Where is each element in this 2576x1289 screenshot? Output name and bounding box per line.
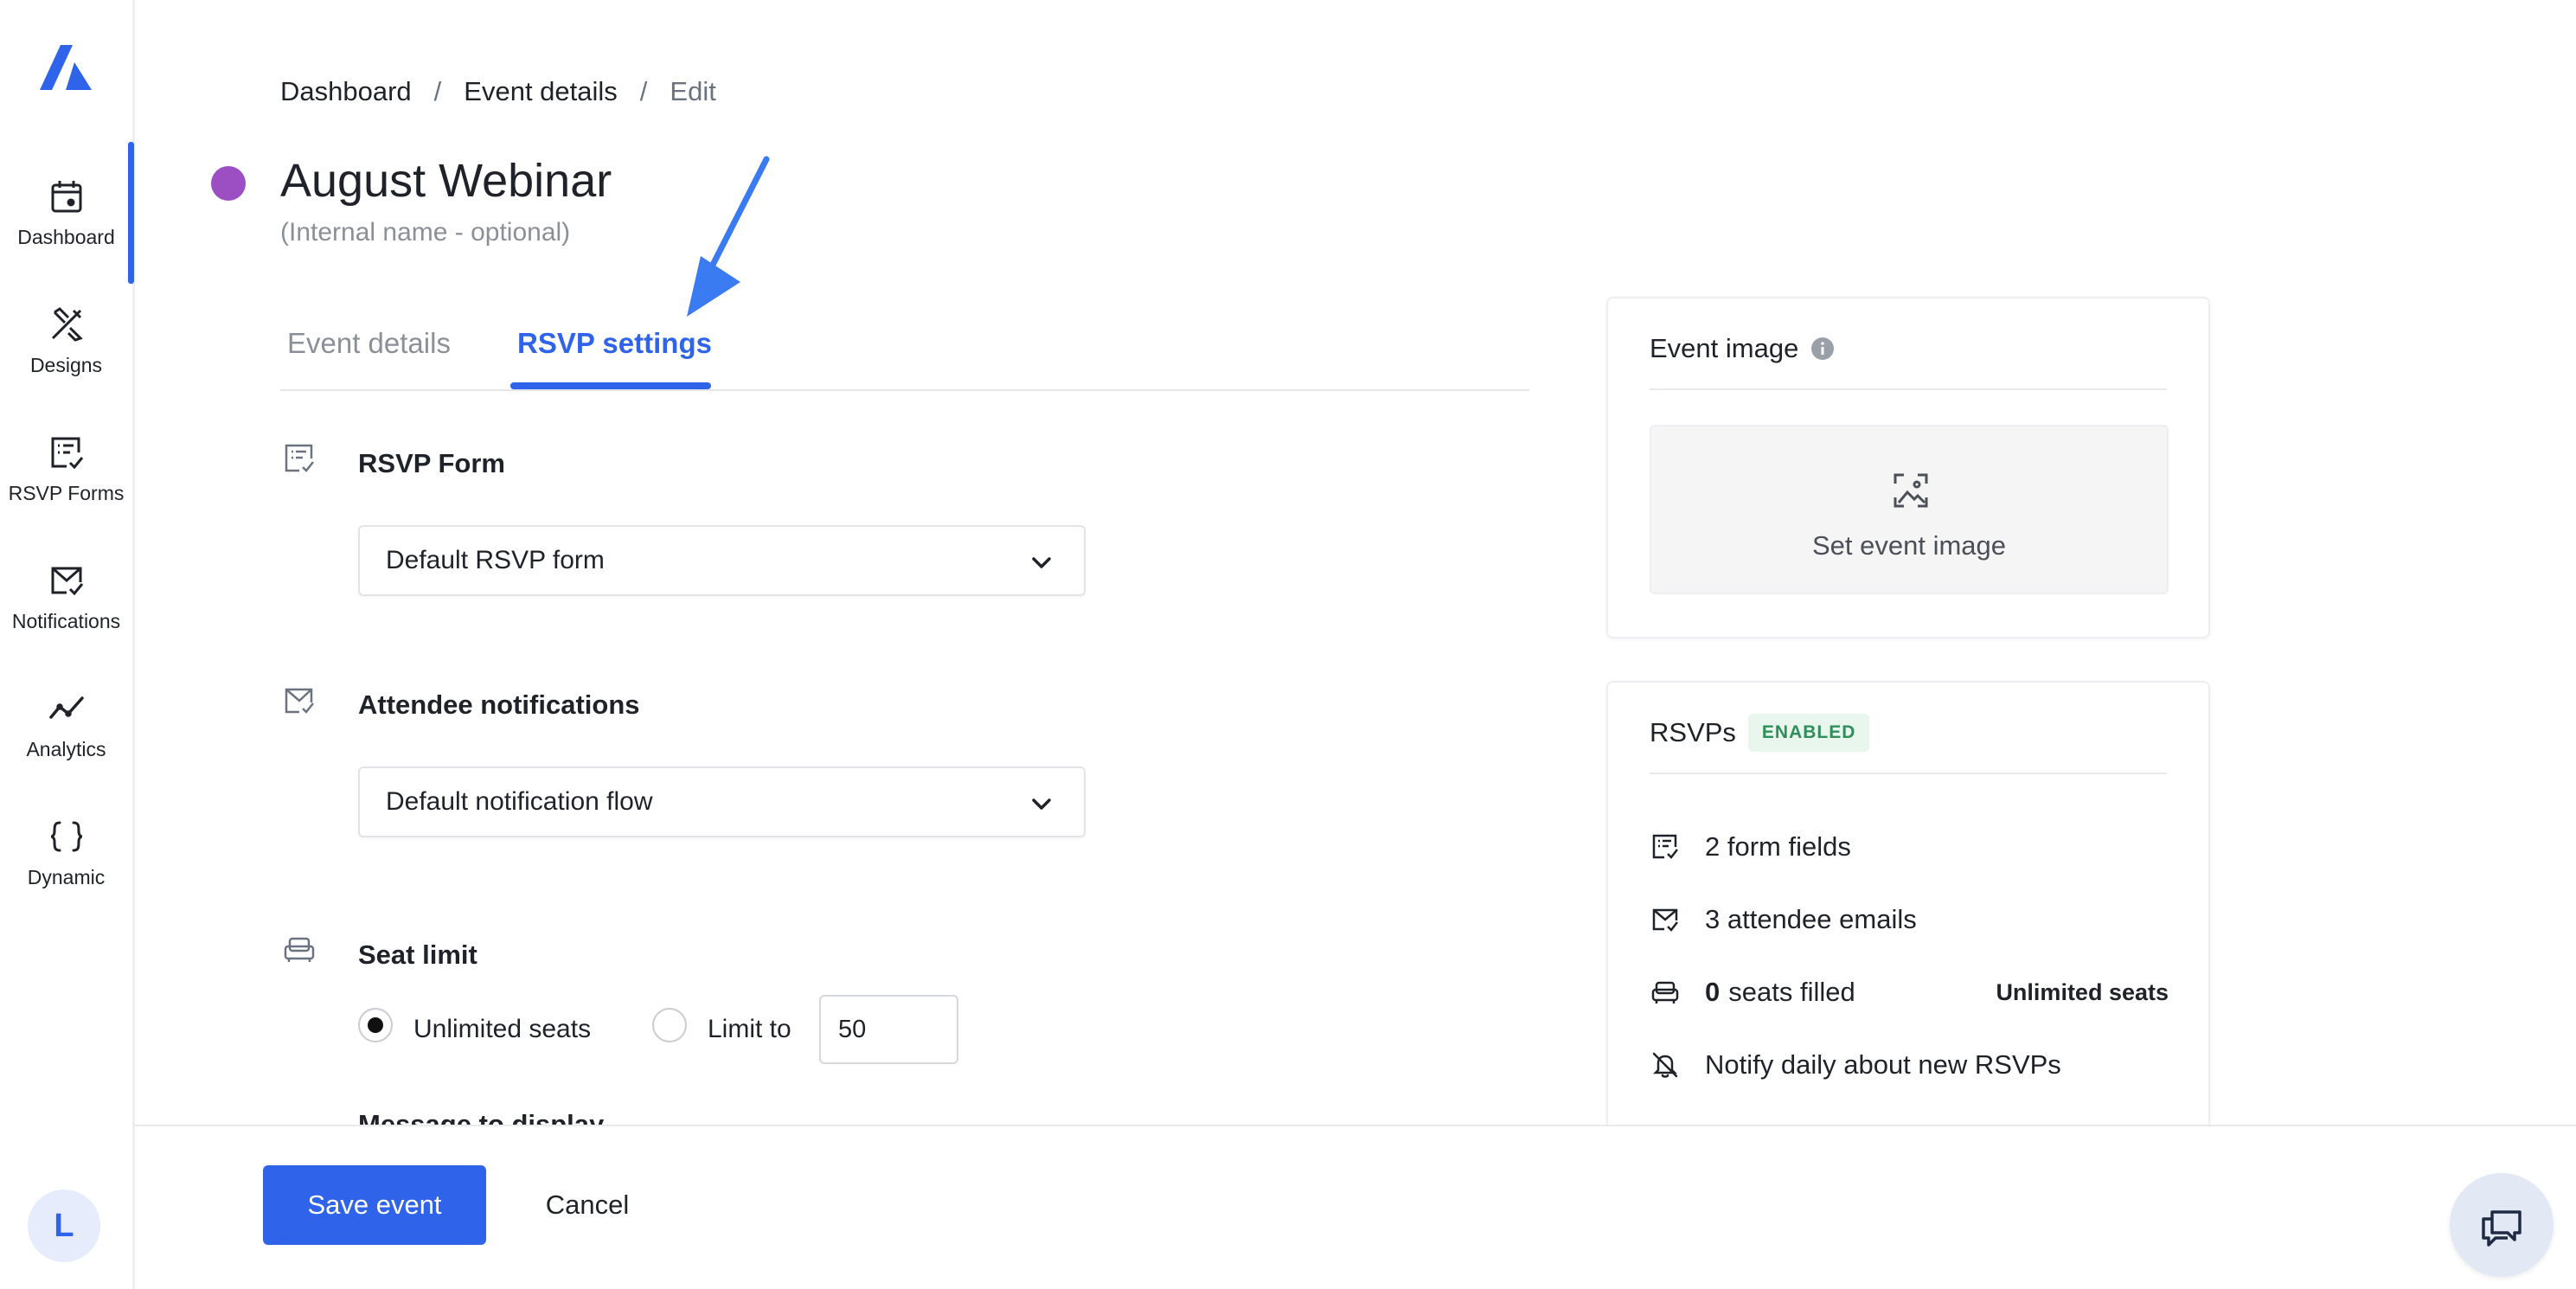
app-logo[interactable] [35,38,97,100]
sofa-icon [284,937,315,962]
sidebar: Dashboard Designs RSVP Forms Notificatio… [0,0,135,1289]
seat-limit-heading: Seat limit [358,939,477,970]
design-tools-icon [51,306,83,342]
card-divider [1650,773,2167,774]
sidebar-item-label: Notifications [11,609,121,632]
event-image-title: Event image [1650,333,1799,363]
active-tab-underline [510,382,711,389]
attendee-notifications-heading: Attendee notifications [358,689,640,720]
status-badge: ENABLED [1747,714,1870,752]
event-image-card: Event image Set event image [1606,297,2210,638]
breadcrumb-dashboard[interactable]: Dashboard [280,76,412,107]
form-check-icon [285,444,314,472]
event-color-dot[interactable] [211,166,246,201]
sidebar-item-analytics[interactable]: Analytics [0,661,132,789]
image-placeholder-icon [1894,473,1928,508]
calendar-icon [51,180,81,212]
sidebar-item-designs[interactable]: Designs [0,277,132,405]
form-fields-text: 2 form fields [1705,831,1851,862]
notification-flow-selected-value: Default notification flow [386,787,653,816]
breadcrumb: Dashboard / Event details / Edit [280,76,716,107]
rsvp-form-select[interactable]: Default RSVP form [358,525,1086,596]
trend-line-icon [48,696,84,719]
sidebar-item-label: Analytics [26,737,106,760]
limit-to-label[interactable]: Limit to [708,1015,791,1044]
notification-flow-select[interactable]: Default notification flow [358,766,1086,837]
rsvps-header: RSVPs ENABLED [1650,714,1870,752]
card-divider [1650,388,2167,390]
bell-off-icon [1652,1052,1678,1078]
rsvps-card: RSVPs ENABLED 2 form fields 3 attendee e… [1606,681,2210,1131]
stat-attendee-emails: 3 attendee emails [1650,904,2169,935]
unlimited-seats-label[interactable]: Unlimited seats [413,1015,591,1044]
rsvps-title: RSVPs [1650,717,1736,747]
seat-limit-input[interactable] [819,995,958,1064]
footer-bar [135,1125,2576,1289]
stat-notify-daily[interactable]: Notify daily about new RSVPs [1650,1049,2169,1081]
form-check-icon [1652,834,1678,859]
attendee-emails-text: 3 attendee emails [1705,904,1917,934]
chevron-down-icon [1032,798,1051,810]
event-image-header: Event image [1650,333,1835,364]
info-icon[interactable] [1810,337,1835,361]
breadcrumb-event-details[interactable]: Event details [464,76,618,107]
sidebar-item-label: RSVP Forms [8,481,125,504]
mail-check-icon [1652,908,1678,932]
stat-seats-filled: 0 seats filled Unlimited seats [1650,977,2169,1008]
cancel-button[interactable]: Cancel [522,1165,652,1245]
internal-name-field[interactable]: (Internal name - optional) [280,218,570,247]
sidebar-item-rsvp-forms[interactable]: RSVP Forms [0,405,132,533]
breadcrumb-separator: / [639,76,648,106]
breadcrumb-separator: / [433,76,442,106]
set-event-image-dropzone[interactable]: Set event image [1650,425,2169,594]
form-check-icon [51,437,83,469]
seats-filled-count: 0 [1705,977,1721,1007]
braces-icon [50,821,82,851]
page-title[interactable]: August Webinar [280,154,612,208]
breadcrumb-edit: Edit [670,76,716,106]
rsvp-form-selected-value: Default RSVP form [386,546,605,574]
stat-form-fields: 2 form fields [1650,831,2169,863]
unlimited-seats-radio[interactable] [358,1008,393,1042]
chat-support-button[interactable] [2450,1173,2554,1277]
save-event-button[interactable]: Save event [263,1165,486,1245]
sofa-icon [1651,981,1679,1004]
sidebar-item-label: Dynamic [27,865,106,888]
limit-to-radio[interactable] [652,1008,687,1042]
annotation-arrow-icon [687,156,770,317]
sidebar-item-notifications[interactable]: Notifications [0,533,132,661]
seats-filled-label: seats filled [1728,977,1855,1007]
sidebar-item-dashboard[interactable]: Dashboard [0,149,132,277]
seats-capacity: Unlimited seats [1996,978,2169,1005]
rsvp-form-heading: RSVP Form [358,448,505,478]
tab-bar: Event details RSVP settings [280,310,1529,391]
chevron-down-icon [1032,557,1051,568]
chat-icon [2482,1210,2522,1247]
tab-rsvp-settings[interactable]: RSVP settings [517,327,712,360]
sidebar-item-label: Designs [29,353,103,376]
tab-event-details[interactable]: Event details [287,327,451,360]
sidebar-item-label: Dashboard [17,225,115,248]
sidebar-item-dynamic[interactable]: Dynamic [0,789,132,917]
mail-check-icon [285,688,314,714]
mail-check-icon [51,567,83,595]
notify-daily-text: Notify daily about new RSVPs [1705,1049,2061,1080]
avatar[interactable]: L [28,1190,100,1262]
set-event-image-label: Set event image [1811,530,2007,561]
